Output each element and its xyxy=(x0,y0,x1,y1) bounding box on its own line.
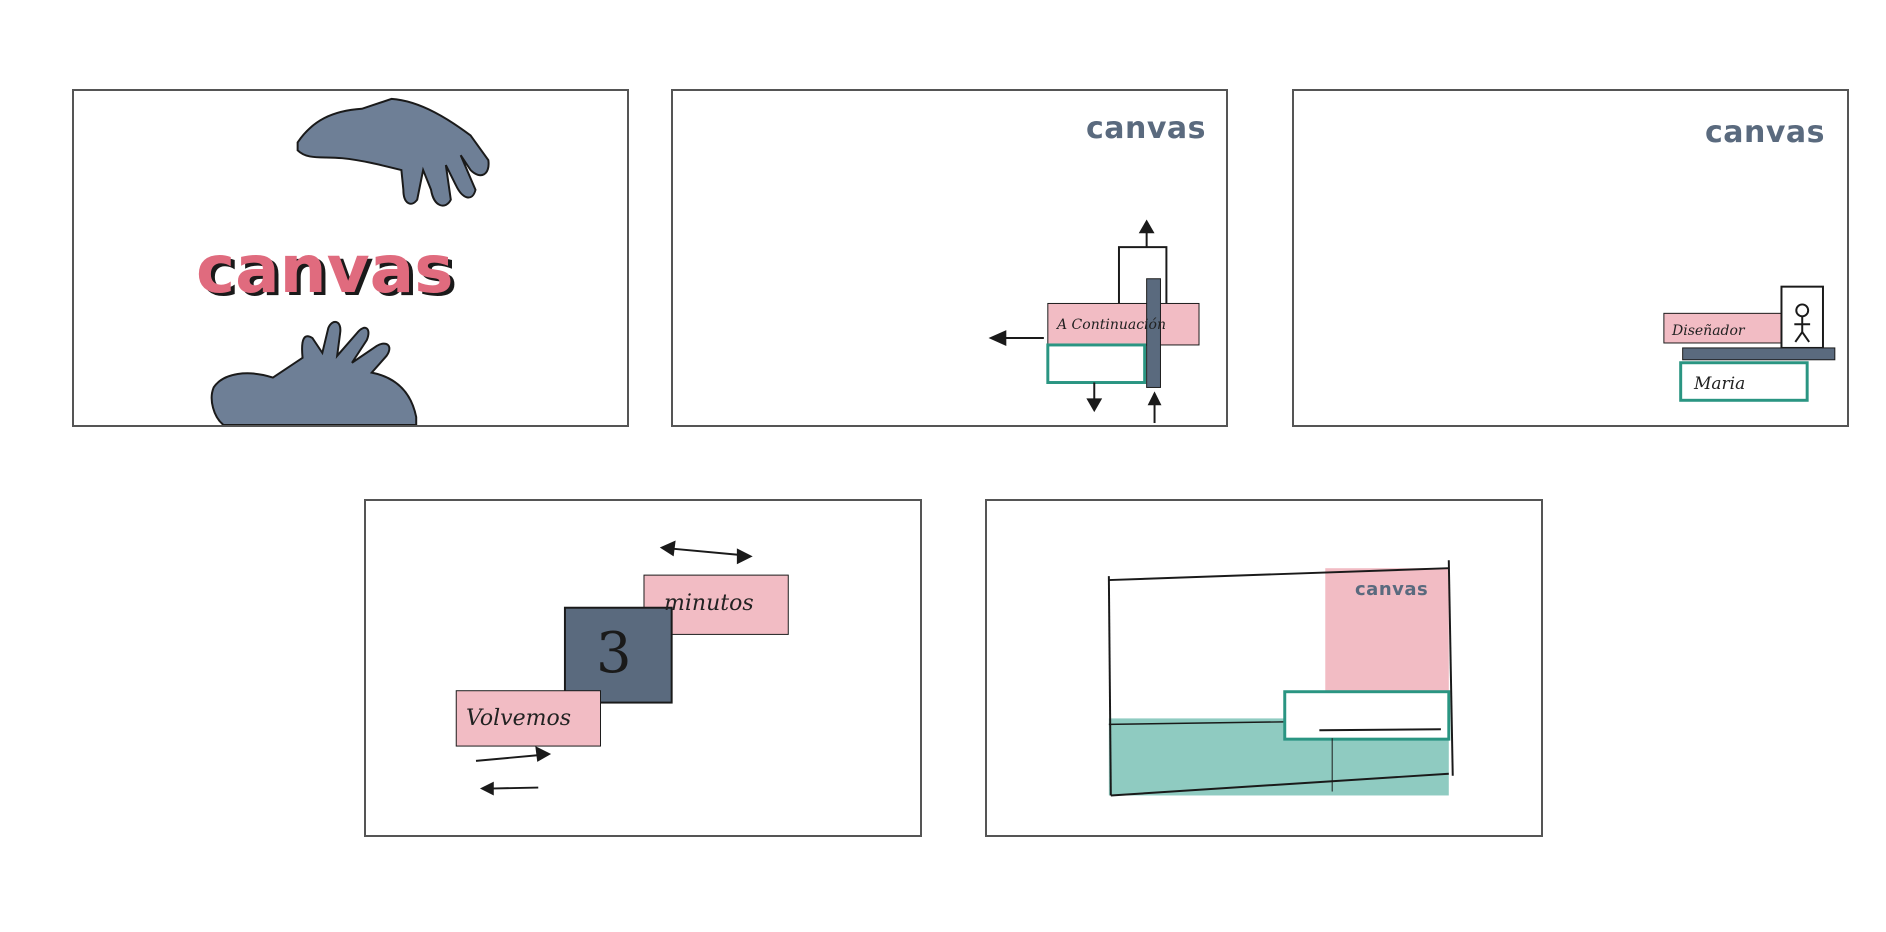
arrow-right-icon xyxy=(475,746,552,762)
name-text: Maria xyxy=(1694,374,1746,394)
storyboard-panel-1: canvas canvas xyxy=(72,89,629,427)
storyboard-panel-2: canvas A Continuación xyxy=(671,89,1228,427)
logo-text: canvas xyxy=(1085,111,1206,146)
lower-third-text: A Continuación xyxy=(1057,317,1166,333)
arrow-left-icon xyxy=(988,330,1044,346)
right-label-text: minutos xyxy=(664,591,754,616)
slate-bar xyxy=(1682,347,1836,361)
logo-text: canvas xyxy=(196,231,454,308)
top-hand-icon xyxy=(296,97,490,207)
teal-box xyxy=(1283,690,1451,741)
countdown-sketch xyxy=(455,540,789,796)
teal-box xyxy=(1046,343,1147,384)
layout-sketch xyxy=(1107,560,1454,797)
arrow-down-icon xyxy=(1086,382,1103,413)
arrow-up-icon xyxy=(1138,219,1155,248)
storyboard-panel-4: 3 minutos Volvemos xyxy=(364,499,922,837)
slate-vertical-bar xyxy=(1146,278,1161,388)
left-label-text: Volvemos xyxy=(466,706,571,731)
storyboard-panel-5: canvas xyxy=(985,499,1543,837)
number-text: 3 xyxy=(596,621,632,686)
double-arrow-icon xyxy=(659,540,753,565)
logo-text: canvas xyxy=(1704,115,1825,150)
arrow-up-small-icon xyxy=(1147,391,1162,424)
logo-text: canvas xyxy=(1355,579,1429,600)
bottom-hand-icon xyxy=(210,321,418,425)
storyboard-panel-3: canvas Diseñador Maria xyxy=(1292,89,1849,427)
role-text: Diseñador xyxy=(1672,323,1745,339)
arrow-left-icon xyxy=(479,781,539,796)
